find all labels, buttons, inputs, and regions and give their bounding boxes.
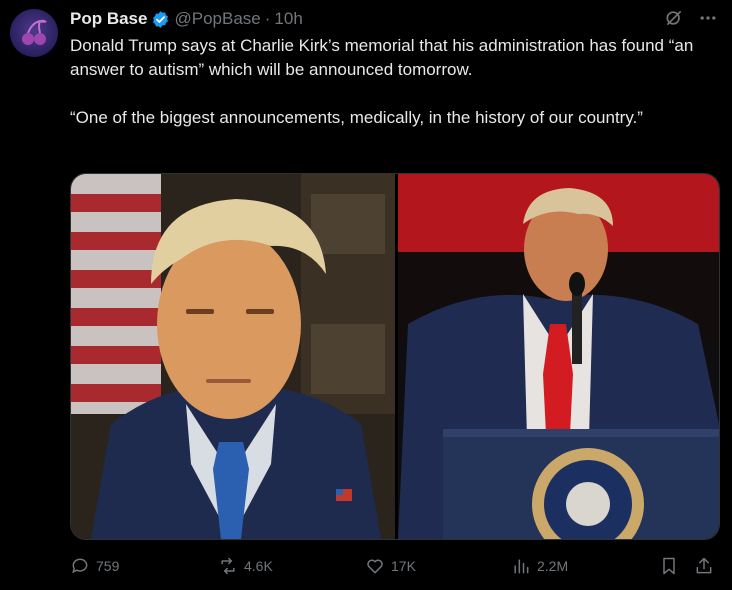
views-icon	[514, 559, 529, 574]
share-button[interactable]	[694, 556, 714, 576]
more-icon[interactable]	[698, 8, 718, 33]
reply-button[interactable]: 759	[70, 556, 119, 576]
like-count: 17K	[391, 558, 416, 574]
author-handle[interactable]: @PopBase	[174, 9, 260, 29]
repost-icon	[221, 557, 235, 575]
separator-dot: ·	[264, 9, 271, 28]
bookmark-button[interactable]	[659, 556, 679, 576]
tweet-paragraph-1: Donald Trump says at Charlie Kirk’s memo…	[70, 36, 694, 79]
share-icon	[696, 557, 712, 574]
views-count: 2.2M	[537, 558, 569, 574]
tweet-text: Donald Trump says at Charlie Kirk’s memo…	[70, 34, 710, 130]
tweet-paragraph-2: “One of the biggest announcements, medic…	[70, 108, 643, 127]
media-image-podium[interactable]	[398, 174, 719, 539]
repost-button[interactable]: 4.6K	[218, 556, 273, 576]
like-button[interactable]: 17K	[365, 556, 416, 576]
pop-base-avatar-icon	[22, 19, 47, 45]
reply-count: 759	[96, 558, 120, 574]
views-button[interactable]: 2.2M	[511, 556, 568, 576]
like-icon	[367, 559, 383, 574]
reply-icon	[72, 558, 88, 574]
avatar[interactable]	[10, 9, 58, 57]
bookmark-icon	[663, 557, 675, 575]
media-grid[interactable]	[70, 173, 720, 540]
timestamp[interactable]: 10h	[274, 9, 302, 29]
action-bar: 759 4.6K 17K 2.2M	[70, 553, 716, 579]
top-actions	[664, 8, 718, 33]
verified-badge-icon	[151, 10, 170, 29]
media-image-portrait[interactable]	[71, 174, 398, 539]
tweet-header: Pop Base @PopBase · 10h	[70, 8, 303, 30]
repost-count: 4.6K	[244, 558, 273, 574]
grok-icon[interactable]	[664, 8, 684, 33]
author-name[interactable]: Pop Base	[70, 9, 147, 29]
